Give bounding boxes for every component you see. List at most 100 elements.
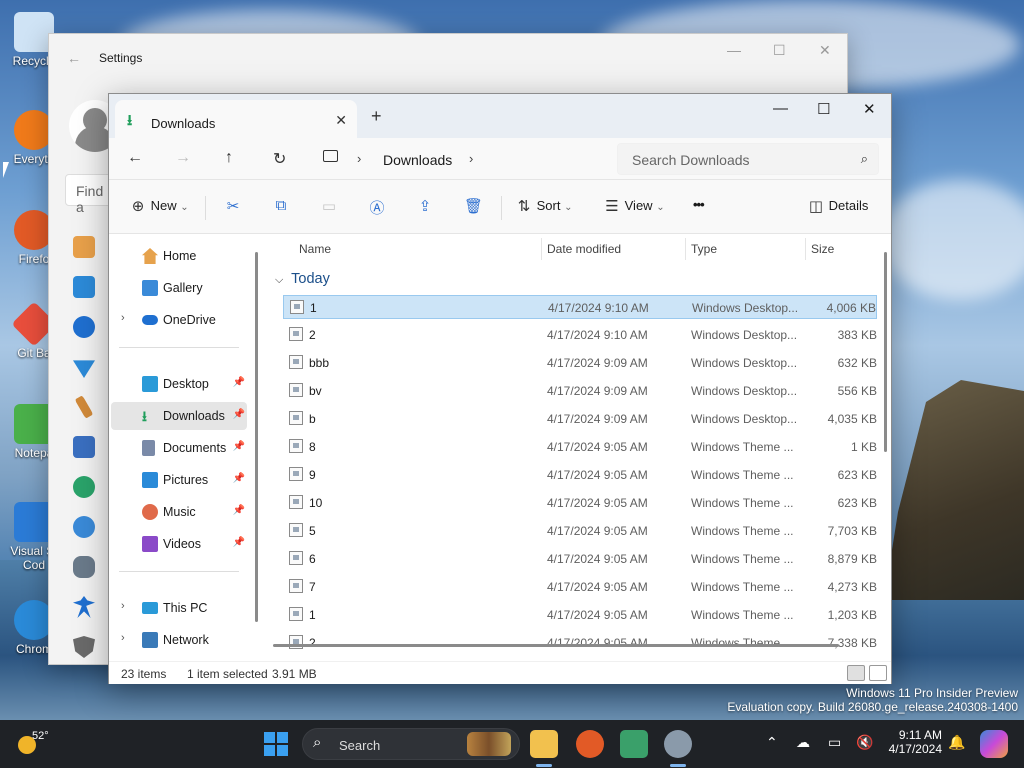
expand-chevron-icon[interactable]: › (121, 312, 125, 324)
sidebar-item-this-pc[interactable]: › This PC (111, 594, 247, 622)
expand-chevron-icon[interactable]: › (121, 632, 125, 644)
delete-button[interactable]: 🗑 (464, 197, 483, 215)
horizontal-scrollbar[interactable] (273, 644, 839, 647)
search-input[interactable] (632, 152, 832, 168)
back-button[interactable]: ← (127, 149, 143, 167)
new-tab-button[interactable]: + (371, 106, 382, 127)
share-button[interactable]: ⇪ (416, 197, 434, 215)
table-row[interactable]: 2 4/17/2024 9:05 AM Windows Theme ... 7,… (283, 631, 877, 655)
details-pane-button[interactable]: ◫ Details (807, 197, 868, 215)
settings-title: Settings (99, 51, 143, 65)
paint-taskbar-icon[interactable] (620, 730, 648, 758)
search-box[interactable]: ⌕ (617, 143, 879, 175)
sidebar-item-gallery[interactable]: Gallery (111, 274, 247, 302)
apps-icon[interactable] (73, 436, 95, 458)
table-row[interactable]: 6 4/17/2024 9:05 AM Windows Theme ... 8,… (283, 547, 877, 571)
tray-overflow-chevron-icon[interactable]: ⌃ (766, 734, 778, 751)
breadcrumb[interactable]: › Downloads › (315, 144, 611, 174)
copy-button[interactable]: ⧉ (272, 197, 290, 214)
table-row[interactable]: 8 4/17/2024 9:05 AM Windows Theme ... 1 … (283, 435, 877, 459)
tab-downloads[interactable]: ⭳ Downloads ✕ (115, 100, 357, 138)
home-icon[interactable] (73, 236, 95, 258)
navigation-pane-scrollbar[interactable] (255, 252, 258, 622)
table-row[interactable]: b 4/17/2024 9:09 AM Windows Desktop... 4… (283, 407, 877, 431)
forward-button[interactable]: → (175, 149, 191, 167)
maximize-button[interactable]: ☐ (817, 100, 830, 118)
breadcrumb-chevron[interactable]: › (469, 151, 473, 166)
speaker-muted-icon[interactable]: 🔇 (856, 734, 873, 751)
table-row[interactable]: 1 4/17/2024 9:10 AM Windows Desktop... 4… (283, 295, 877, 319)
column-divider[interactable] (805, 238, 806, 260)
file-size: 623 KB (837, 468, 877, 482)
vertical-scrollbar[interactable] (884, 252, 887, 452)
gaming-icon[interactable] (73, 556, 95, 578)
privacy-shield-icon[interactable] (73, 636, 95, 658)
tab-close-button[interactable]: ✕ (335, 112, 347, 129)
tiles-view-button[interactable] (869, 665, 887, 681)
taskbar-search[interactable]: ⌕ Search (302, 728, 520, 760)
table-row[interactable]: bbb 4/17/2024 9:09 AM Windows Desktop...… (283, 351, 877, 375)
minimize-button[interactable]: — (773, 100, 788, 117)
table-row[interactable]: 7 4/17/2024 9:05 AM Windows Theme ... 4,… (283, 575, 877, 599)
start-button[interactable] (264, 732, 288, 756)
close-button[interactable]: ✕ (863, 100, 876, 118)
sort-button[interactable]: ⇅ Sort ⌄ (515, 197, 573, 215)
copilot-icon[interactable] (980, 730, 1008, 758)
bluetooth-icon[interactable] (73, 316, 95, 338)
sidebar-item-onedrive[interactable]: › OneDrive (111, 306, 247, 334)
table-row[interactable]: 10 4/17/2024 9:05 AM Windows Theme ... 6… (283, 491, 877, 515)
sidebar-item-videos[interactable]: Videos 📌 (111, 530, 247, 558)
up-button[interactable]: ↑ (225, 149, 233, 167)
rename-button[interactable]: Ⓐ (368, 197, 386, 218)
wifi-icon[interactable] (73, 360, 95, 378)
column-divider[interactable] (685, 238, 686, 260)
cut-button[interactable]: ✂ (224, 197, 242, 215)
accessibility-icon[interactable] (73, 596, 95, 618)
settings-close-button[interactable]: ✕ (819, 42, 831, 59)
column-header-size[interactable]: Size (811, 242, 834, 256)
table-row[interactable]: 9 4/17/2024 9:05 AM Windows Theme ... 62… (283, 463, 877, 487)
settings-back-button[interactable]: ← (67, 50, 81, 66)
sidebar-item-network[interactable]: › Network (111, 626, 247, 654)
sidebar-item-home[interactable]: Home (111, 242, 247, 270)
paste-button[interactable]: ▭ (320, 197, 338, 215)
new-button[interactable]: ⊕ New ⌄ (129, 197, 189, 215)
group-header-today[interactable]: ⌵ Today (275, 271, 330, 287)
column-header-name[interactable]: Name (299, 242, 331, 256)
details-view-button[interactable] (847, 665, 865, 681)
file-explorer-window[interactable]: ⭳ Downloads ✕ + — ☐ ✕ ← → ↑ ↻ › Download… (108, 93, 892, 684)
personalization-icon[interactable] (74, 395, 94, 419)
breadcrumb-downloads[interactable]: Downloads (383, 152, 452, 168)
more-options-button[interactable]: ••• (693, 197, 705, 212)
settings-minimize-button[interactable]: — (727, 42, 741, 58)
notification-bell-icon[interactable]: 🔔 (948, 734, 965, 751)
breadcrumb-chevron[interactable]: › (357, 151, 361, 166)
table-row[interactable]: 1 4/17/2024 9:05 AM Windows Theme ... 1,… (283, 603, 877, 627)
time-language-icon[interactable] (73, 516, 95, 538)
column-header-date-modified[interactable]: Date modified (547, 242, 621, 256)
settings-maximize-button[interactable]: ☐ (773, 42, 786, 59)
sidebar-item-label: Network (163, 633, 209, 647)
display-icon[interactable]: ▭ (828, 734, 841, 751)
system-icon[interactable] (73, 276, 95, 298)
sidebar-item-downloads[interactable]: ⭳ Downloads 📌 (111, 402, 247, 430)
cloud-offline-icon[interactable]: ☁ (796, 734, 810, 751)
settings-taskbar-icon[interactable] (664, 730, 692, 758)
table-row[interactable]: bv 4/17/2024 9:09 AM Windows Desktop... … (283, 379, 877, 403)
system-clock[interactable]: 9:11 AM 4/17/2024 (880, 728, 942, 756)
sidebar-item-desktop[interactable]: Desktop 📌 (111, 370, 247, 398)
table-row[interactable]: 5 4/17/2024 9:05 AM Windows Theme ... 7,… (283, 519, 877, 543)
column-divider[interactable] (541, 238, 542, 260)
sidebar-item-music[interactable]: Music 📌 (111, 498, 247, 526)
this-pc-icon[interactable] (323, 150, 338, 162)
view-button[interactable]: ☰ View ⌄ (603, 197, 664, 215)
sidebar-item-pictures[interactable]: Pictures 📌 (111, 466, 247, 494)
firefox-taskbar-icon[interactable] (576, 730, 604, 758)
expand-chevron-icon[interactable]: › (121, 600, 125, 612)
sidebar-item-documents[interactable]: Documents 📌 (111, 434, 247, 462)
table-row[interactable]: 2 4/17/2024 9:10 AM Windows Desktop... 3… (283, 323, 877, 347)
refresh-button[interactable]: ↻ (273, 149, 286, 169)
file-explorer-taskbar-icon[interactable] (530, 730, 558, 758)
column-header-type[interactable]: Type (691, 242, 717, 256)
accounts-icon[interactable] (73, 476, 95, 498)
